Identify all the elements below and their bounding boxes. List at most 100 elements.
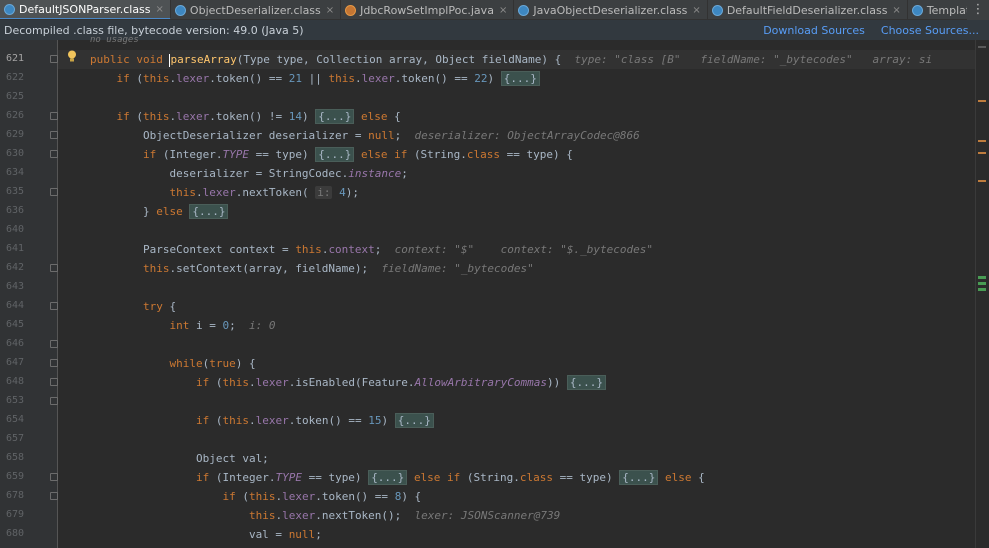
folded-block[interactable]: {...} <box>566 375 607 390</box>
line-number-gutter: 621 622 625 626 629 630 634 635 636 640 641 642 643 6… <box>0 40 58 548</box>
code-line[interactable]: if (this.lexer.isEnabled(Feature.AllowAr… <box>90 373 607 392</box>
line-number: 648 <box>5 376 24 387</box>
scroll-marker <box>978 276 986 279</box>
scroll-marker <box>978 152 986 154</box>
fold-marker-icon[interactable] <box>50 150 58 158</box>
line-number: 635 <box>5 186 24 197</box>
code-line[interactable]: } else {...} <box>90 202 229 221</box>
scroll-marker <box>978 100 986 102</box>
tab-label: ObjectDeserializer.class <box>189 3 321 17</box>
close-icon[interactable]: × <box>326 5 334 16</box>
fold-marker-icon[interactable] <box>50 473 58 481</box>
fold-marker-icon[interactable] <box>50 359 58 367</box>
tab-4[interactable]: DefaultFieldDeserializer.class × <box>708 0 908 19</box>
line-number: 630 <box>5 148 24 159</box>
fold-marker-icon[interactable] <box>50 188 58 196</box>
line-number: 642 <box>5 262 24 273</box>
tab-1[interactable]: ObjectDeserializer.class × <box>171 0 342 19</box>
code-editor[interactable]: 621 622 625 626 629 630 634 635 636 640 641 642 643 6… <box>0 35 989 548</box>
fold-marker-icon[interactable] <box>50 131 58 139</box>
line-number: 641 <box>5 243 24 254</box>
code-line[interactable]: if (Integer.TYPE == type) {...} else if … <box>90 468 705 487</box>
code-line[interactable]: if (this.lexer.token() == 21 || this.lex… <box>90 69 540 88</box>
tab-label: JdbcRowSetImplPoc.java <box>360 3 494 17</box>
tab-menu-icon[interactable]: ⋮ <box>967 0 989 20</box>
tab-0[interactable]: DefaultJSONParser.class × <box>0 0 171 19</box>
fold-marker-icon[interactable] <box>50 55 58 63</box>
folded-block[interactable]: {...} <box>368 470 408 485</box>
folded-block[interactable]: {...} <box>619 470 659 485</box>
line-number: 645 <box>5 319 24 330</box>
usage-hint: no usages <box>90 35 139 45</box>
editor-tab-bar: DefaultJSONParser.class × ObjectDeserializ… <box>0 0 989 20</box>
fold-marker-icon[interactable] <box>50 302 58 310</box>
line-number: 658 <box>5 452 24 463</box>
line-number: 640 <box>5 224 24 235</box>
code-line[interactable]: ParseContext context = this.context; con… <box>90 240 653 259</box>
code-line[interactable]: val = null; <box>90 525 322 544</box>
fold-marker-icon[interactable] <box>50 397 58 405</box>
code-line[interactable]: try { <box>90 297 176 316</box>
inline-hint: type: "class [B" <box>574 53 681 66</box>
code-line[interactable]: this.lexer.nextToken(); lexer: JSONScann… <box>90 506 560 525</box>
folded-block[interactable]: {...} <box>189 204 229 219</box>
tab-3[interactable]: JavaObjectDeserializer.class × <box>514 0 708 19</box>
class-file-icon <box>174 4 186 16</box>
code-line[interactable]: deserializer = StringCodec.instance; <box>90 164 407 183</box>
line-number: 644 <box>5 300 24 311</box>
line-number: 657 <box>5 433 24 444</box>
close-icon[interactable]: × <box>156 4 164 15</box>
close-icon[interactable]: × <box>499 5 507 16</box>
code-line[interactable]: this.setContext(array, fieldName); field… <box>90 259 534 278</box>
folded-block[interactable]: {...} <box>394 413 434 428</box>
code-line[interactable]: Object val; <box>90 449 269 468</box>
folded-block[interactable]: {...} <box>500 71 540 86</box>
class-file-icon <box>518 4 530 16</box>
line-number: 679 <box>5 509 24 520</box>
code-line[interactable]: if (this.lexer.token() != 14) {...} else… <box>90 107 401 126</box>
editor-scrollbar[interactable] <box>975 40 989 548</box>
code-line[interactable]: public void parseArray(Type type, Collec… <box>90 50 932 69</box>
code-line[interactable]: ObjectDeserializer deserializer = null; … <box>90 126 640 145</box>
choose-sources-link[interactable]: Choose Sources... <box>881 24 979 37</box>
tab-label: DefaultJSONParser.class <box>19 2 151 16</box>
code-line[interactable]: if (this.lexer.token() == 15) {...} <box>90 411 434 430</box>
class-file-icon <box>911 4 923 16</box>
close-icon[interactable]: × <box>692 5 700 16</box>
tab-2[interactable]: JdbcRowSetImplPoc.java × <box>341 0 515 19</box>
line-number: 659 <box>5 471 24 482</box>
fold-marker-icon[interactable] <box>50 378 58 386</box>
scroll-marker <box>978 180 986 182</box>
line-number: 654 <box>5 414 24 425</box>
line-number: 678 <box>5 490 24 501</box>
close-icon[interactable]: × <box>892 5 900 16</box>
line-number: 680 <box>5 528 24 539</box>
inline-hint: deserializer: ObjectArrayCodec@866 <box>414 129 640 142</box>
line-number: 634 <box>5 167 24 178</box>
inline-hint: lexer: JSONScanner@739 <box>414 509 561 522</box>
inline-hint: i: 0 <box>248 319 276 332</box>
fold-marker-icon[interactable] <box>50 112 58 120</box>
code-line[interactable]: if (Integer.TYPE == type) {...} else if … <box>90 145 573 164</box>
code-line[interactable]: this.lexer.nextToken( i: 4); <box>90 183 359 202</box>
scroll-marker <box>978 288 986 291</box>
fold-marker-icon[interactable] <box>50 340 58 348</box>
code-line[interactable]: if (this.lexer.token() == 8) { <box>90 487 421 506</box>
download-sources-link[interactable]: Download Sources <box>763 24 865 37</box>
decompiled-banner: Decompiled .class file, bytecode version… <box>0 20 989 40</box>
folded-block[interactable]: {...} <box>315 109 355 124</box>
inline-hint: context: "$" <box>394 243 475 256</box>
scroll-marker <box>978 140 986 142</box>
code-line[interactable]: while(true) { <box>90 354 255 373</box>
fold-marker-icon[interactable] <box>50 264 58 272</box>
line-number: 625 <box>5 91 24 102</box>
fold-marker-icon[interactable] <box>50 492 58 500</box>
java-file-icon <box>345 4 357 16</box>
line-number: 643 <box>5 281 24 292</box>
line-number: 621 <box>5 53 24 64</box>
class-file-icon <box>4 3 15 15</box>
inline-hint: fieldName: "_bytecodes" <box>700 53 853 66</box>
folded-block[interactable]: {...} <box>315 147 355 162</box>
code-area[interactable]: no usages public void parseArray(Type ty… <box>60 35 975 548</box>
code-line[interactable]: int i = 0; i: 0 <box>90 316 275 335</box>
